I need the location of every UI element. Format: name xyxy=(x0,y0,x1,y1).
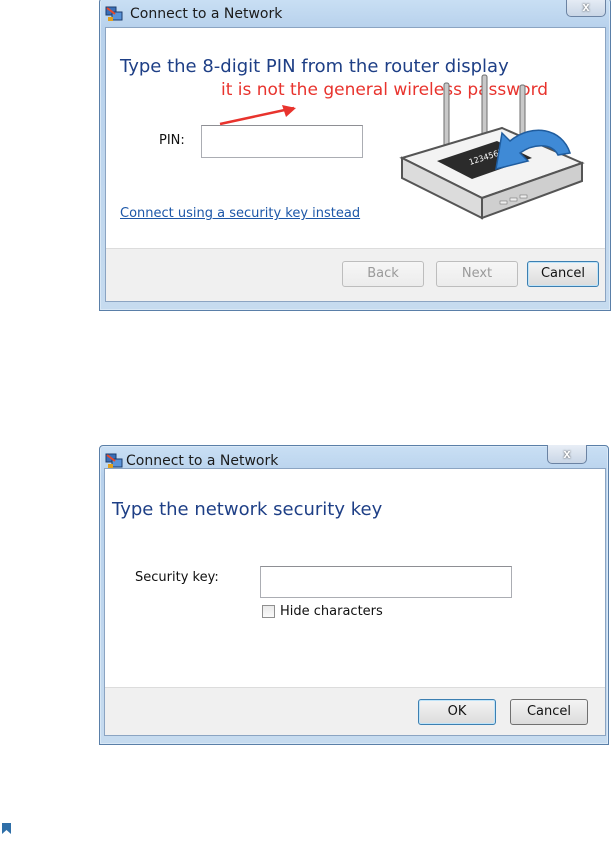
security-key-dialog-window: Connect to a Network x Type the network … xyxy=(99,445,609,745)
security-key-link[interactable]: Connect using a security key instead xyxy=(120,206,360,221)
cancel-button[interactable]: Cancel xyxy=(527,261,599,287)
pin-label: PIN: xyxy=(159,133,185,148)
close-icon: x xyxy=(563,446,571,461)
next-button[interactable]: Next xyxy=(436,261,518,287)
security-key-input[interactable] xyxy=(260,566,512,598)
hide-characters-checkbox[interactable] xyxy=(262,605,275,618)
close-icon: x xyxy=(582,0,590,14)
dialog-content: Type the network security key Security k… xyxy=(104,468,606,736)
pin-dialog-window: Connect to a Network x Type the 8-digit … xyxy=(99,0,611,311)
ok-button[interactable]: OK xyxy=(418,699,496,725)
window-title: Connect to a Network xyxy=(126,453,279,469)
close-button[interactable]: x xyxy=(547,445,587,464)
security-key-label: Security key: xyxy=(135,570,219,585)
window-title: Connect to a Network xyxy=(130,6,283,22)
router-icon: 12345678 xyxy=(399,74,585,220)
bookmark-icon xyxy=(2,823,11,834)
button-bar: Back Next Cancel xyxy=(106,248,605,301)
pin-input[interactable] xyxy=(201,125,363,158)
button-bar: OK Cancel xyxy=(105,687,605,735)
dialog-content: Type the 8-digit PIN from the router dis… xyxy=(105,27,606,302)
back-button[interactable]: Back xyxy=(342,261,424,287)
page-title: Type the network security key xyxy=(112,499,383,520)
cancel-button[interactable]: Cancel xyxy=(510,699,588,725)
network-icon xyxy=(105,6,123,21)
close-button[interactable]: x xyxy=(566,0,606,17)
hide-characters-label[interactable]: Hide characters xyxy=(280,604,383,619)
title-bar[interactable]: Connect to a Network x xyxy=(100,0,610,29)
